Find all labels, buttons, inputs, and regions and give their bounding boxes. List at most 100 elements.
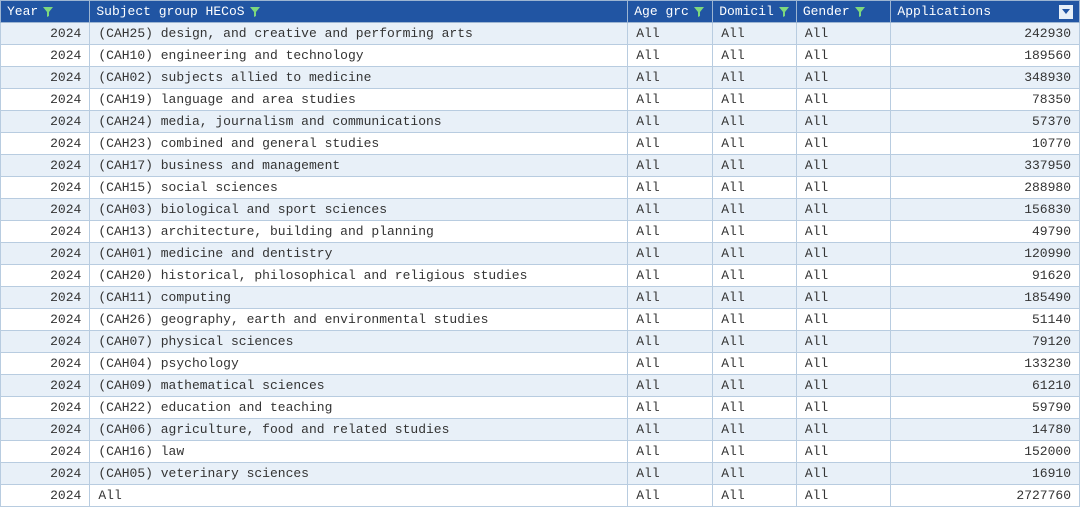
cell-age[interactable]: All	[628, 221, 713, 243]
cell-domicile[interactable]: All	[713, 265, 797, 287]
cell-age[interactable]: All	[628, 375, 713, 397]
cell-age[interactable]: All	[628, 463, 713, 485]
cell-domicile[interactable]: All	[713, 309, 797, 331]
cell-gender[interactable]: All	[796, 67, 891, 89]
table-row[interactable]: 2024(CAH03) biological and sport science…	[1, 199, 1080, 221]
cell-domicile[interactable]: All	[713, 133, 797, 155]
cell-subject[interactable]: (CAH03) biological and sport sciences	[90, 199, 628, 221]
cell-subject[interactable]: (CAH06) agriculture, food and related st…	[90, 419, 628, 441]
cell-year[interactable]: 2024	[1, 419, 90, 441]
cell-applications[interactable]: 16910	[891, 463, 1080, 485]
cell-subject[interactable]: (CAH23) combined and general studies	[90, 133, 628, 155]
cell-applications[interactable]: 288980	[891, 177, 1080, 199]
cell-age[interactable]: All	[628, 89, 713, 111]
cell-domicile[interactable]: All	[713, 353, 797, 375]
cell-year[interactable]: 2024	[1, 441, 90, 463]
cell-gender[interactable]: All	[796, 111, 891, 133]
cell-applications[interactable]: 61210	[891, 375, 1080, 397]
cell-gender[interactable]: All	[796, 485, 891, 507]
table-row[interactable]: 2024(CAH09) mathematical sciencesAllAllA…	[1, 375, 1080, 397]
cell-year[interactable]: 2024	[1, 375, 90, 397]
cell-applications[interactable]: 185490	[891, 287, 1080, 309]
cell-applications[interactable]: 51140	[891, 309, 1080, 331]
cell-year[interactable]: 2024	[1, 45, 90, 67]
cell-domicile[interactable]: All	[713, 419, 797, 441]
cell-age[interactable]: All	[628, 265, 713, 287]
cell-domicile[interactable]: All	[713, 441, 797, 463]
cell-year[interactable]: 2024	[1, 309, 90, 331]
cell-year[interactable]: 2024	[1, 485, 90, 507]
cell-year[interactable]: 2024	[1, 463, 90, 485]
cell-subject[interactable]: (CAH11) computing	[90, 287, 628, 309]
table-row[interactable]: 2024(CAH01) medicine and dentistryAllAll…	[1, 243, 1080, 265]
table-row[interactable]: 2024(CAH20) historical, philosophical an…	[1, 265, 1080, 287]
filter-icon[interactable]	[693, 6, 705, 18]
cell-domicile[interactable]: All	[713, 287, 797, 309]
cell-year[interactable]: 2024	[1, 397, 90, 419]
cell-subject[interactable]: (CAH16) law	[90, 441, 628, 463]
cell-year[interactable]: 2024	[1, 177, 90, 199]
cell-subject[interactable]: (CAH09) mathematical sciences	[90, 375, 628, 397]
table-row[interactable]: 2024(CAH26) geography, earth and environ…	[1, 309, 1080, 331]
cell-year[interactable]: 2024	[1, 67, 90, 89]
cell-subject[interactable]: (CAH24) media, journalism and communicat…	[90, 111, 628, 133]
cell-gender[interactable]: All	[796, 221, 891, 243]
header-age[interactable]: Age grc	[628, 1, 713, 23]
cell-age[interactable]: All	[628, 67, 713, 89]
cell-year[interactable]: 2024	[1, 23, 90, 45]
cell-year[interactable]: 2024	[1, 331, 90, 353]
cell-gender[interactable]: All	[796, 287, 891, 309]
cell-domicile[interactable]: All	[713, 485, 797, 507]
table-row[interactable]: 2024(CAH10) engineering and technologyAl…	[1, 45, 1080, 67]
cell-domicile[interactable]: All	[713, 177, 797, 199]
cell-year[interactable]: 2024	[1, 89, 90, 111]
table-row[interactable]: 2024(CAH24) media, journalism and commun…	[1, 111, 1080, 133]
cell-applications[interactable]: 156830	[891, 199, 1080, 221]
cell-applications[interactable]: 120990	[891, 243, 1080, 265]
cell-applications[interactable]: 14780	[891, 419, 1080, 441]
cell-domicile[interactable]: All	[713, 23, 797, 45]
table-row[interactable]: 2024(CAH11) computingAllAllAll185490	[1, 287, 1080, 309]
cell-age[interactable]: All	[628, 155, 713, 177]
cell-age[interactable]: All	[628, 331, 713, 353]
cell-domicile[interactable]: All	[713, 463, 797, 485]
filter-icon[interactable]	[249, 6, 261, 18]
table-row[interactable]: 2024(CAH05) veterinary sciencesAllAllAll…	[1, 463, 1080, 485]
cell-applications[interactable]: 57370	[891, 111, 1080, 133]
cell-applications[interactable]: 152000	[891, 441, 1080, 463]
cell-age[interactable]: All	[628, 485, 713, 507]
cell-subject[interactable]: (CAH20) historical, philosophical and re…	[90, 265, 628, 287]
cell-applications[interactable]: 59790	[891, 397, 1080, 419]
cell-gender[interactable]: All	[796, 23, 891, 45]
cell-age[interactable]: All	[628, 397, 713, 419]
cell-subject[interactable]: (CAH10) engineering and technology	[90, 45, 628, 67]
header-applications[interactable]: Applications	[891, 1, 1080, 23]
cell-age[interactable]: All	[628, 133, 713, 155]
filter-icon[interactable]	[42, 6, 54, 18]
cell-subject[interactable]: (CAH02) subjects allied to medicine	[90, 67, 628, 89]
cell-age[interactable]: All	[628, 353, 713, 375]
cell-year[interactable]: 2024	[1, 287, 90, 309]
cell-domicile[interactable]: All	[713, 89, 797, 111]
cell-year[interactable]: 2024	[1, 265, 90, 287]
cell-subject[interactable]: (CAH04) psychology	[90, 353, 628, 375]
cell-subject[interactable]: (CAH19) language and area studies	[90, 89, 628, 111]
cell-gender[interactable]: All	[796, 463, 891, 485]
cell-applications[interactable]: 348930	[891, 67, 1080, 89]
cell-gender[interactable]: All	[796, 265, 891, 287]
cell-subject[interactable]: (CAH13) architecture, building and plann…	[90, 221, 628, 243]
cell-age[interactable]: All	[628, 419, 713, 441]
cell-gender[interactable]: All	[796, 309, 891, 331]
header-year[interactable]: Year	[1, 1, 90, 23]
cell-year[interactable]: 2024	[1, 221, 90, 243]
cell-applications[interactable]: 133230	[891, 353, 1080, 375]
table-row[interactable]: 2024(CAH07) physical sciencesAllAllAll79…	[1, 331, 1080, 353]
filter-icon[interactable]	[854, 6, 866, 18]
cell-applications[interactable]: 242930	[891, 23, 1080, 45]
cell-gender[interactable]: All	[796, 89, 891, 111]
table-row[interactable]: 2024(CAH19) language and area studiesAll…	[1, 89, 1080, 111]
cell-domicile[interactable]: All	[713, 243, 797, 265]
cell-domicile[interactable]: All	[713, 111, 797, 133]
cell-gender[interactable]: All	[796, 177, 891, 199]
cell-age[interactable]: All	[628, 309, 713, 331]
